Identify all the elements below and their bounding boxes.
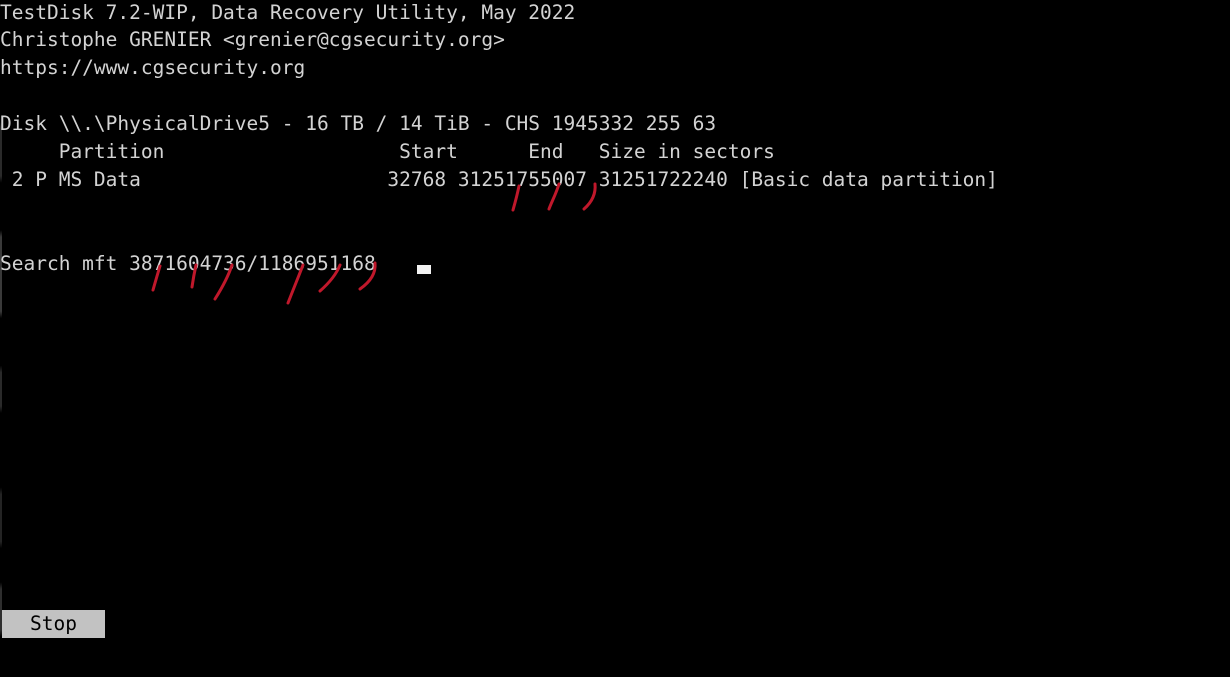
stop-button[interactable]: Stop — [2, 610, 105, 638]
table-row[interactable]: 2 P MS Data 32768 31251755007 3125172224… — [0, 166, 998, 194]
app-title-line: TestDisk 7.2-WIP, Data Recovery Utility,… — [0, 1, 576, 24]
disk-info-line: Disk \\.\PhysicalDrive5 - 16 TB / 14 TiB… — [0, 112, 717, 135]
red-annotation-overlay — [151, 182, 597, 305]
app-author-line: Christophe GRENIER <grenier@cgsecurity.o… — [0, 28, 505, 51]
app-website-line: https://www.cgsecurity.org — [0, 56, 306, 79]
search-progress-line: Search mft 3871604736/1186951168 — [0, 252, 376, 275]
terminal-window: TestDisk 7.2-WIP, Data Recovery Utility,… — [0, 0, 1230, 677]
block-cursor-icon — [417, 265, 431, 274]
window-edge-artifact — [0, 0, 2, 677]
partition-table-header: Partition Start End Size in sectors — [0, 140, 775, 163]
